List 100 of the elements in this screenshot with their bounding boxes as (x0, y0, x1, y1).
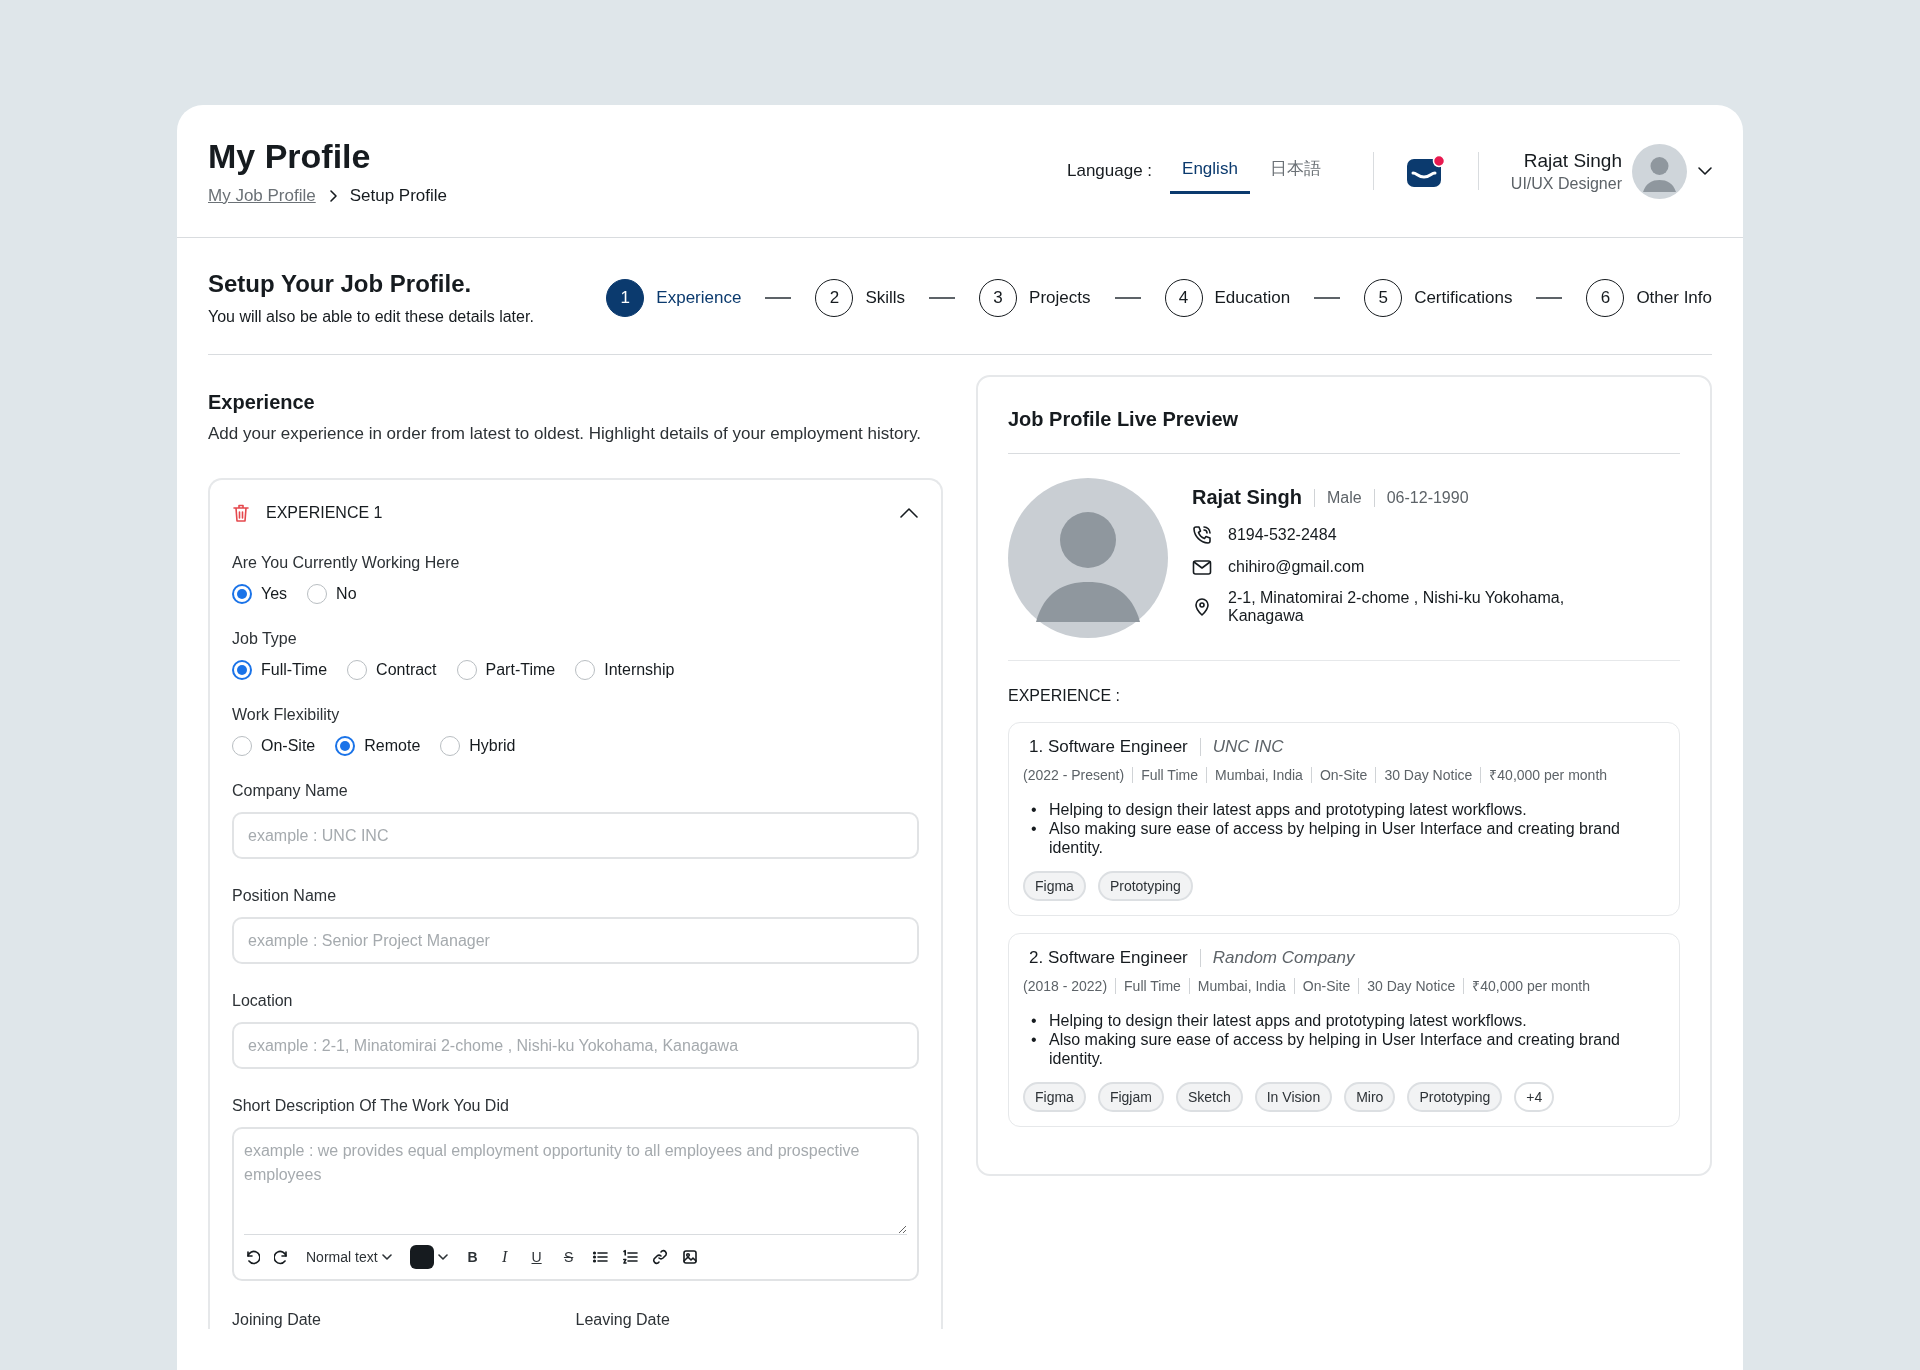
form-title: Experience (208, 390, 316, 414)
email-address: chihiro@gmail.com (1228, 558, 1365, 576)
field-label: Joining Date (232, 1311, 321, 1328)
job-detail: On-Site (1302, 977, 1351, 994)
radio-option[interactable]: Yes (232, 584, 288, 604)
birth-date: 06-12-1990 (1386, 488, 1469, 507)
bullet-point: Helping to design their latest apps and prototyping latest workflows. (1049, 1011, 1528, 1030)
job-detail: Full Time (1141, 766, 1198, 783)
text-color-picker[interactable] (407, 1243, 450, 1271)
user-name: Rajat Singh (1522, 149, 1622, 172)
skill-tag: Figma (1023, 1082, 1086, 1112)
chevron-down-icon[interactable] (1697, 166, 1713, 176)
chevron-right-icon (327, 188, 338, 203)
job-detail: (2018 - 2022) (1023, 977, 1108, 994)
section-subtitle: You will also be able to edit these details later. (208, 308, 534, 326)
field-label: Job Type (232, 630, 298, 648)
job-detail: On-Site (1319, 766, 1368, 783)
skill-tag: Prototyping (1097, 871, 1193, 901)
gender-text: Male (1327, 488, 1362, 507)
radio-option[interactable]: On-Site (232, 736, 316, 756)
mail-icon (1192, 557, 1212, 577)
skill-tag: Figma (1023, 871, 1086, 901)
radio-option[interactable]: Internship (575, 660, 675, 680)
language-label: Language : (1067, 161, 1153, 181)
preview-title: Job Profile Live Preview (1008, 377, 1680, 454)
step-tab[interactable]: 3 Projects (979, 279, 1091, 317)
job-title: 1. Software Engineer (1029, 737, 1188, 757)
text-style-dropdown[interactable]: Normal text (304, 1247, 394, 1267)
radio-option[interactable]: Part-Time (456, 660, 556, 680)
step-tab[interactable]: 1 Experience (606, 279, 742, 317)
step-tab[interactable]: 6 Other Info (1586, 279, 1712, 317)
job-detail: Full Time (1124, 977, 1181, 994)
company-name: UNC INC (1212, 737, 1284, 757)
more-count-tag: +4 (1514, 1082, 1555, 1112)
step-tab[interactable]: 4 Education (1164, 279, 1291, 317)
skill-tag: Figjam (1097, 1082, 1164, 1112)
avatar-icon (1632, 143, 1687, 199)
field-label: Company Name (232, 782, 349, 800)
person-name: Rajat Singh (1192, 486, 1302, 509)
skill-tag: Sketch (1175, 1082, 1243, 1112)
step-tab[interactable]: 5 Certifications (1364, 279, 1513, 317)
language-tab[interactable]: 日本語 (1257, 147, 1333, 195)
radio-option[interactable]: Full-Time (232, 660, 328, 680)
breadcrumb-link[interactable]: My Job Profile (208, 185, 316, 206)
skill-tag: Prototyping (1407, 1082, 1503, 1112)
field-label: Short Description Of The Work You Did (232, 1097, 510, 1115)
job-detail: 30 Day Notice (1384, 766, 1473, 783)
skill-tag: Miro (1344, 1082, 1396, 1112)
experience-label: EXPERIENCE : (1008, 687, 1122, 705)
bullet-point: Also making sure ease of access by helping in User Interface and creating brand identity. (1049, 1030, 1621, 1068)
address-text: 2-1, Minatomirai 2-chome , Nishi-ku Yokohama, Kanagawa (1228, 589, 1566, 625)
bullet-marker: • (1031, 1030, 1038, 1049)
bullet-marker: • (1031, 819, 1038, 838)
job-detail: Mumbai, India (1214, 766, 1303, 783)
job-detail: Mumbai, India (1197, 977, 1286, 994)
format-button[interactable]: S (559, 1247, 578, 1267)
bullet-point: Helping to design their latest apps and prototyping latest workflows. (1049, 800, 1528, 819)
job-detail: (2022 - Present) (1023, 766, 1125, 783)
job-detail: ₹40,000 per month (1472, 977, 1590, 995)
radio-option[interactable]: Contract (347, 660, 437, 680)
skill-tag: In Vision (1254, 1082, 1333, 1112)
image-icon[interactable] (681, 1249, 698, 1265)
field-label: Work Flexibility (232, 706, 341, 724)
format-button[interactable]: B (463, 1247, 482, 1267)
chevron-up-icon[interactable] (899, 507, 919, 519)
undo-icon[interactable] (244, 1249, 260, 1265)
radio-option[interactable]: Remote (335, 736, 421, 756)
caret-icon (437, 1253, 448, 1261)
job-detail: 30 Day Notice (1367, 977, 1456, 994)
radio-option[interactable]: No (307, 584, 357, 604)
field-label: Are You Currently Working Here (232, 554, 461, 572)
redo-icon[interactable] (274, 1249, 290, 1265)
format-button[interactable]: I (495, 1246, 514, 1268)
numbered-list-icon[interactable] (621, 1249, 638, 1265)
breadcrumb-current: Setup Profile (349, 185, 448, 206)
section-title: Setup Your Job Profile. (208, 270, 473, 298)
field-label: Leaving Date (575, 1311, 670, 1328)
field-label: Position Name (232, 887, 338, 905)
user-role: UI/UX Designer (1510, 174, 1622, 193)
format-button[interactable]: U (527, 1247, 546, 1267)
company-name: Random Company (1212, 948, 1355, 968)
job-title: 2. Software Engineer (1029, 948, 1188, 968)
link-icon[interactable] (651, 1249, 668, 1265)
bullet-marker: • (1031, 1011, 1038, 1030)
bullet-marker: • (1031, 800, 1038, 819)
input-field[interactable]: example : UNC INC (232, 812, 919, 859)
bullet-list-icon[interactable] (591, 1249, 608, 1265)
language-tab[interactable]: English (1170, 148, 1250, 194)
field-label: Location (232, 992, 294, 1010)
notification-app-icon[interactable] (1405, 154, 1446, 188)
step-tab[interactable]: 2 Skills (815, 279, 906, 317)
description-editor[interactable]: example : we provides equal employment opportunity to all employees and prospective employees Normal text B I U S (232, 1127, 919, 1281)
input-field[interactable]: example : 2-1, Minatomirai 2-chome , Nishi-ku Yokohama, Kanagawa (232, 1022, 919, 1069)
phone-icon (1192, 525, 1212, 545)
page-title: My Profile (208, 136, 372, 176)
input-field[interactable]: example : Senior Project Manager (232, 917, 919, 964)
radio-option[interactable]: Hybrid (440, 736, 516, 756)
trash-icon[interactable] (232, 503, 250, 523)
bullet-point: Also making sure ease of access by helping in User Interface and creating brand identity. (1049, 819, 1621, 857)
panel-title: EXPERIENCE 1 (266, 504, 384, 522)
